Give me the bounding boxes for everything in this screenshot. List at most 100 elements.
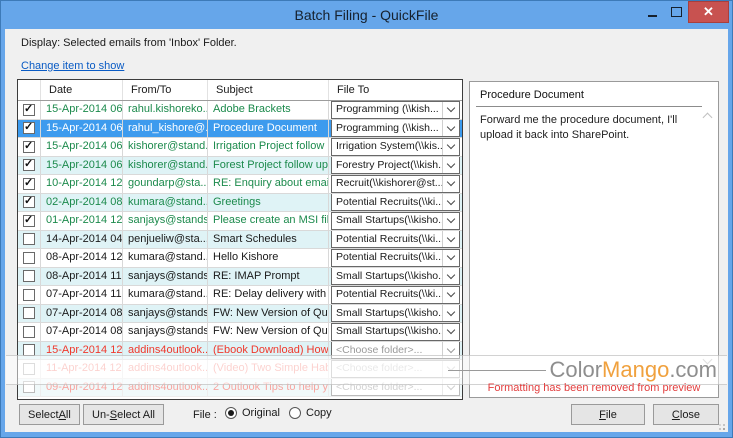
radio-original[interactable]: Original: [225, 407, 280, 419]
file-to-combobox[interactable]: Irrigation System(\\kis...: [331, 138, 460, 156]
chevron-down-icon[interactable]: [442, 286, 459, 303]
row-checkbox[interactable]: [18, 119, 41, 137]
table-row[interactable]: 15-Apr-2014 06:...rahul.kishoreko...Adob…: [18, 101, 462, 120]
chevron-down-icon[interactable]: [442, 249, 459, 266]
file-to-combobox[interactable]: <Choose folder>...: [331, 378, 460, 396]
chevron-down-icon[interactable]: [442, 194, 459, 211]
table-row[interactable]: 15-Apr-2014 12:...addins4outlook...(Eboo…: [18, 341, 462, 360]
cell-date: 14-Apr-2014 04:...: [41, 230, 123, 248]
row-checkbox[interactable]: [18, 138, 41, 156]
minimize-button[interactable]: [640, 1, 664, 23]
file-to-combobox[interactable]: Potential Recruits(\\ki...: [331, 249, 460, 267]
cell-from-to: kishorer@stand...: [123, 138, 208, 156]
file-to-combobox[interactable]: Small Startups(\\kisho...: [331, 304, 460, 322]
chevron-down-icon[interactable]: [442, 175, 459, 192]
row-checkbox[interactable]: [18, 249, 41, 267]
chevron-down-icon[interactable]: [442, 305, 459, 322]
chevron-down-icon[interactable]: [442, 138, 459, 155]
header-from-to[interactable]: From/To: [123, 80, 208, 100]
header-subject[interactable]: Subject: [208, 80, 329, 100]
row-checkbox[interactable]: [18, 230, 41, 248]
row-checkbox[interactable]: [18, 378, 41, 396]
table-rows: 15-Apr-2014 06:...rahul.kishoreko...Adob…: [18, 101, 462, 397]
scroll-up-icon[interactable]: [702, 112, 713, 123]
chevron-down-icon[interactable]: [442, 101, 459, 118]
cell-date: 02-Apr-2014 08:...: [41, 193, 123, 211]
file-to-combobox[interactable]: Potential Recruits(\\ki...: [331, 286, 460, 304]
change-item-link[interactable]: Change item to show: [21, 60, 124, 72]
batch-filing-window: Batch Filing - QuickFile ✕ Display: Sele…: [0, 0, 733, 438]
file-to-combobox[interactable]: Small Startups(\\kisho...: [331, 212, 460, 230]
chevron-down-icon[interactable]: [442, 342, 459, 359]
maximize-button[interactable]: [664, 1, 688, 23]
table-row[interactable]: 15-Apr-2014 06:...kishorer@stand...Irrig…: [18, 138, 462, 157]
row-checkbox[interactable]: [18, 101, 41, 119]
file-to-combobox[interactable]: Small Startups(\\kisho...: [331, 323, 460, 341]
cell-file-to: <Choose folder>...: [329, 341, 462, 359]
file-to-combobox[interactable]: Potential Recruits(\\ki...: [331, 230, 460, 248]
row-checkbox[interactable]: [18, 323, 41, 341]
unselect-all-button[interactable]: Un- Select All: [83, 404, 164, 425]
table-row[interactable]: 11-Apr-2014 12:...addins4outlook...(Vide…: [18, 360, 462, 379]
row-checkbox[interactable]: [18, 341, 41, 359]
file-to-combobox[interactable]: Programming (\\kish...: [331, 119, 460, 137]
row-checkbox[interactable]: [18, 175, 41, 193]
chevron-down-icon[interactable]: [442, 231, 459, 248]
table-row[interactable]: 07-Apr-2014 08:...sanjays@stands...FW: N…: [18, 304, 462, 323]
chevron-down-icon[interactable]: [442, 379, 459, 396]
table-row[interactable]: 14-Apr-2014 04:...penjueliw@sta...Smart …: [18, 230, 462, 249]
resize-grip[interactable]: [715, 420, 725, 430]
table-row[interactable]: 02-Apr-2014 08:...kumara@stand...Greetin…: [18, 193, 462, 212]
chevron-down-icon[interactable]: [442, 157, 459, 174]
chevron-down-icon[interactable]: [442, 212, 459, 229]
cell-file-to: Small Startups(\\kisho...: [329, 323, 462, 341]
table-row[interactable]: 15-Apr-2014 06:...rahul_kishore@...Proce…: [18, 119, 462, 138]
preview-title: Procedure Document: [480, 89, 584, 101]
file-to-combobox[interactable]: <Choose folder>...: [331, 341, 460, 359]
row-checkbox[interactable]: [18, 267, 41, 285]
cell-subject: RE: IMAP Prompt: [208, 267, 329, 285]
header-file-to[interactable]: File To: [329, 80, 462, 100]
header-date[interactable]: Date: [41, 80, 123, 100]
cell-subject: RE: Enquiry about email: [208, 175, 329, 193]
file-to-combobox[interactable]: Small Startups(\\kisho...: [331, 267, 460, 285]
chevron-down-icon[interactable]: [442, 120, 459, 137]
cell-date: 07-Apr-2014 08:...: [41, 304, 123, 322]
table-row[interactable]: 08-Apr-2014 12:...kumara@stand...Hello K…: [18, 249, 462, 268]
file-to-combobox[interactable]: <Choose folder>...: [331, 360, 460, 378]
select-all-button[interactable]: Select All: [19, 404, 80, 425]
cell-date: 08-Apr-2014 12:...: [41, 249, 123, 267]
table-row[interactable]: 09-Apr-2014 12:...addins4outlook...2 Out…: [18, 378, 462, 397]
row-checkbox[interactable]: [18, 304, 41, 322]
file-to-combobox[interactable]: Recruit(\\kishorer@st...: [331, 175, 460, 193]
row-checkbox[interactable]: [18, 360, 41, 378]
file-to-combobox[interactable]: Programming (\\kish...: [331, 101, 460, 119]
radio-copy[interactable]: Copy: [289, 407, 332, 419]
window-controls: ✕: [640, 1, 729, 23]
file-to-combobox[interactable]: Forestry Project(\\kish...: [331, 156, 460, 174]
scroll-down-icon[interactable]: [702, 354, 713, 365]
chevron-down-icon[interactable]: [442, 268, 459, 285]
file-button[interactable]: File: [571, 404, 645, 425]
cell-date: 08-Apr-2014 11:...: [41, 267, 123, 285]
titlebar[interactable]: Batch Filing - QuickFile ✕: [1, 1, 732, 29]
row-checkbox[interactable]: [18, 156, 41, 174]
table-row[interactable]: 15-Apr-2014 06:...kishorer@stand...Fores…: [18, 156, 462, 175]
table-header: Date From/To Subject File To: [18, 80, 462, 101]
chevron-down-icon[interactable]: [442, 360, 459, 377]
cell-subject: 2 Outlook Tips to help yo...: [208, 378, 329, 396]
close-button[interactable]: Close: [653, 404, 719, 425]
table-row[interactable]: 08-Apr-2014 11:...sanjays@stands...RE: I…: [18, 267, 462, 286]
table-row[interactable]: 07-Apr-2014 11:...kumara@stand...RE: Del…: [18, 286, 462, 305]
table-row[interactable]: 07-Apr-2014 08:...sanjays@stands...FW: N…: [18, 323, 462, 342]
row-checkbox[interactable]: [18, 212, 41, 230]
cell-subject: Forest Project follow up: [208, 156, 329, 174]
chevron-down-icon[interactable]: [442, 323, 459, 340]
row-checkbox[interactable]: [18, 286, 41, 304]
row-checkbox[interactable]: [18, 193, 41, 211]
file-to-combobox[interactable]: Potential Recruits(\\ki...: [331, 193, 460, 211]
table-row[interactable]: 01-Apr-2014 12:...sanjays@stands...Pleas…: [18, 212, 462, 231]
cell-file-to: Programming (\\kish...: [329, 119, 462, 137]
table-row[interactable]: 10-Apr-2014 12:...goundarp@sta...RE: Enq…: [18, 175, 462, 194]
close-window-button[interactable]: ✕: [688, 1, 729, 23]
